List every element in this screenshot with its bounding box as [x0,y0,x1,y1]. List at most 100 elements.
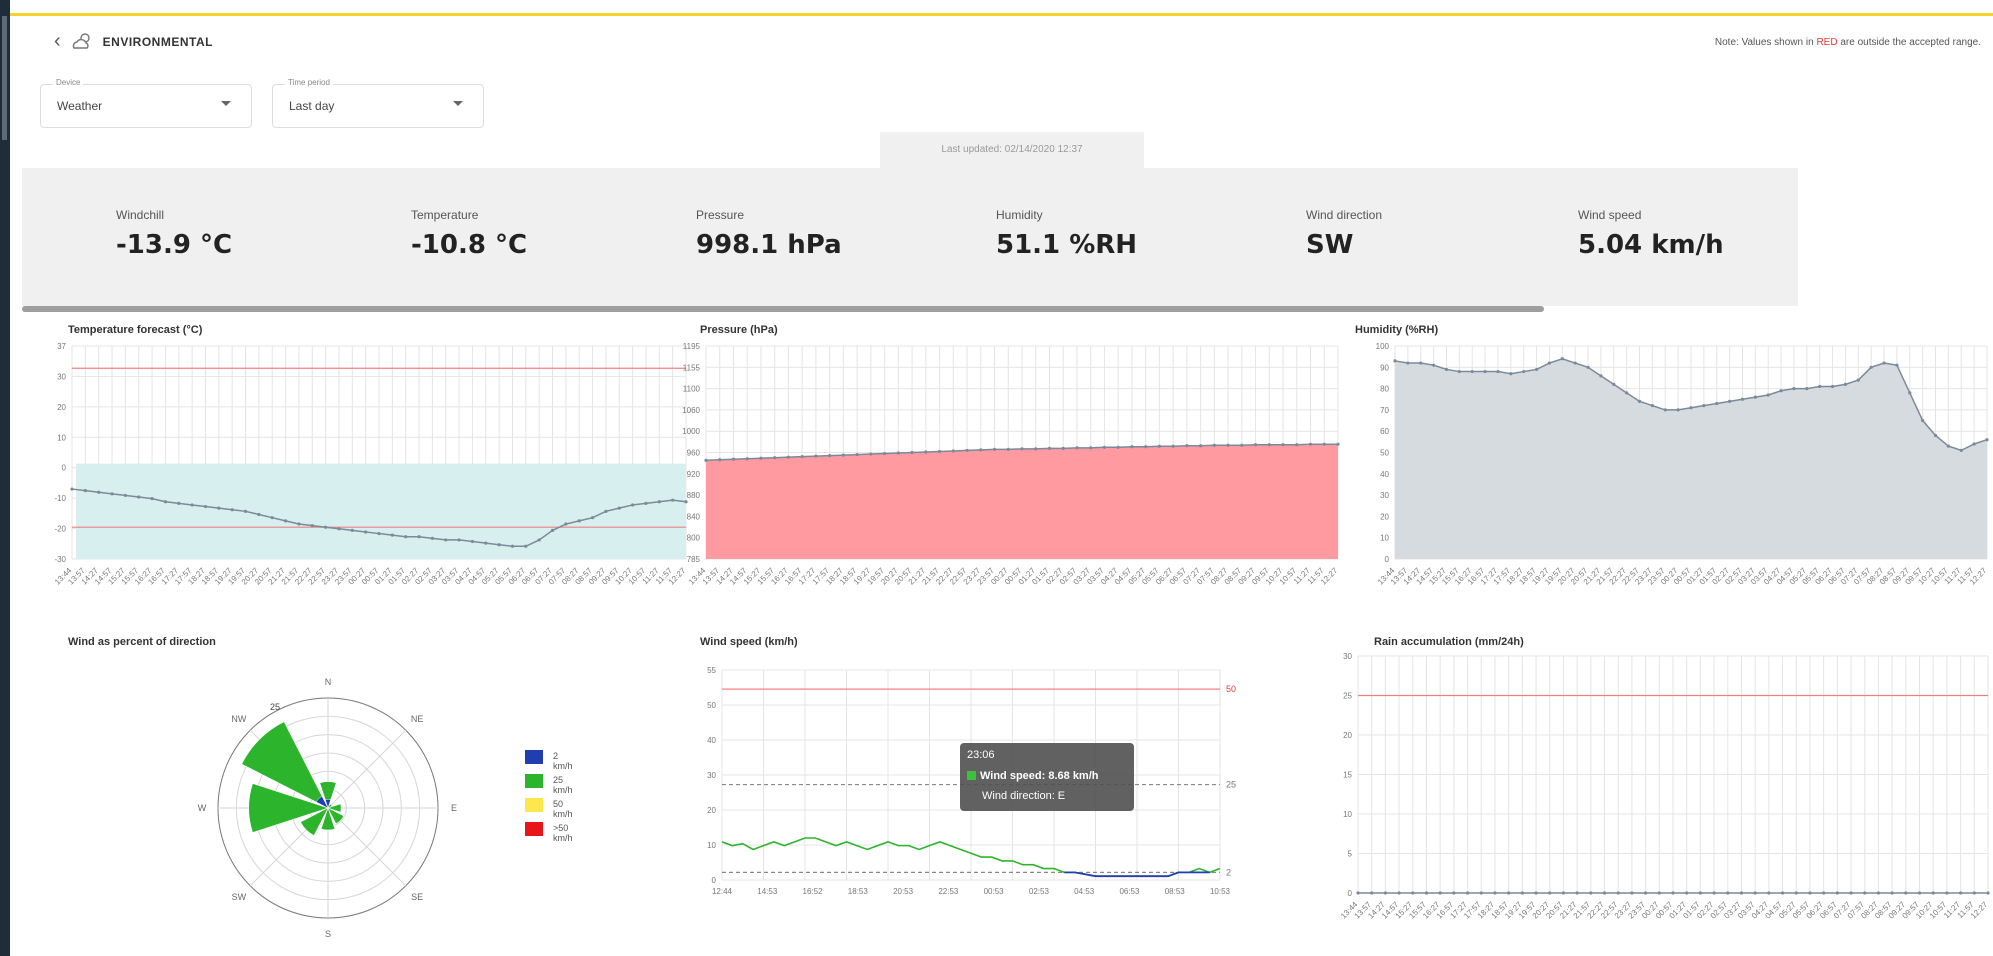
data-point [70,487,74,491]
data-point [1779,389,1783,393]
data-point [1470,369,1474,374]
data-point [1849,891,1853,895]
data-point [1089,446,1093,450]
data-point [1185,444,1189,448]
data-point [1830,384,1835,389]
data-point [350,528,354,532]
data-point [1034,447,1038,451]
range-note: Note: Values shown in RED are outside th… [1715,37,1981,48]
wind-speed-tooltip: 23:06 Wind speed: 8.68 km/h Wind directi… [960,743,1134,811]
data-point [190,503,194,507]
data-point [828,454,832,458]
horizontal-scrollbar[interactable] [22,306,1544,312]
y-tick-label: 0 [1348,889,1353,898]
data-point [965,448,969,453]
data-point [1676,408,1680,412]
data-point [704,458,708,462]
threshold-label: 25 [1226,780,1236,790]
data-point [404,535,408,539]
data-point [1240,443,1244,447]
time-period-select[interactable]: Time period Last day [272,78,484,128]
data-point [1931,891,1935,895]
data-point [1767,891,1771,895]
data-point [1728,399,1732,403]
tooltip-swatch [967,771,976,780]
data-point [217,506,221,510]
device-select[interactable]: Device Weather [40,78,252,128]
data-point [1393,359,1397,363]
data-point [1102,445,1107,449]
data-point [577,519,581,523]
data-point [1945,891,1949,895]
data-point [1616,891,1620,895]
tooltip-speed: Wind speed: 8.68 km/h [980,770,1099,782]
data-point [150,496,154,501]
y-tick-label: 960 [687,449,701,458]
data-point [163,500,168,504]
data-point [1908,391,1912,395]
data-point [1805,387,1809,391]
data-point [1465,891,1470,895]
data-point [537,538,541,542]
stat-pressure: Pressure 998.1 hPa [696,208,842,260]
data-point [1792,387,1796,391]
y-tick-label: 10 [1343,810,1352,819]
back-chevron-icon[interactable]: ‹ [54,30,61,53]
legend-label: 50 km/h [553,799,573,819]
direction-label: N [325,677,332,687]
data-point [1020,447,1024,451]
data-point [1534,367,1539,372]
x-tick-label: 02:53 [1029,887,1050,896]
data-point [203,504,208,509]
stat-temperature: Temperature -10.8 °C [411,208,527,260]
data-point [1630,891,1634,895]
data-point [841,453,845,457]
direction-label: NW [231,714,246,724]
y-tick-label: 80 [1380,385,1389,394]
temperature-chart: 373020100-10-20-3013:4413:5714:2714:5715… [53,342,688,587]
data-point [718,458,722,462]
stat-value: -13.9 °C [116,230,233,260]
direction-label: SE [411,892,423,902]
data-point [786,455,791,459]
data-point [1685,891,1689,895]
y-tick-label: 800 [687,534,701,543]
x-tick-label: 06:53 [1119,887,1140,896]
data-point [1483,369,1487,374]
data-point [800,455,804,459]
data-point [1171,444,1175,448]
data-point [83,489,87,493]
data-point [1411,891,1415,895]
data-point [1444,367,1449,372]
stat-name: Wind speed [1578,208,1642,222]
data-point [1780,891,1785,895]
data-point [1869,365,1873,369]
x-tick-label: 18:53 [848,887,869,896]
time-period-select-label: Time period [285,78,333,87]
data-point [855,452,859,457]
y-tick-label: 70 [1380,406,1389,415]
stat-value: 51.1 %RH [996,230,1138,260]
data-point [1753,891,1757,895]
y-tick-label: 20 [1380,512,1389,521]
data-point [1370,891,1374,895]
y-tick-label: 1060 [682,406,700,415]
y-tick-label: 37 [57,342,66,351]
data-point [243,509,248,513]
direction-label: E [451,803,457,813]
device-select-value: Weather [57,99,103,113]
data-point [1637,399,1642,403]
legend-label: 2 km/h [553,751,573,771]
legend-swatch [525,774,543,788]
data-point [123,493,127,498]
data-point [1424,891,1429,895]
y-tick-label: 0 [62,464,67,473]
data-point [684,500,688,504]
y-tick-label: 1000 [682,427,700,436]
data-point [671,498,675,502]
legend-swatch [525,798,543,812]
stat-value: 998.1 hPa [696,230,842,260]
data-point [1199,444,1203,448]
data-point [1295,443,1299,447]
data-point [896,451,900,455]
